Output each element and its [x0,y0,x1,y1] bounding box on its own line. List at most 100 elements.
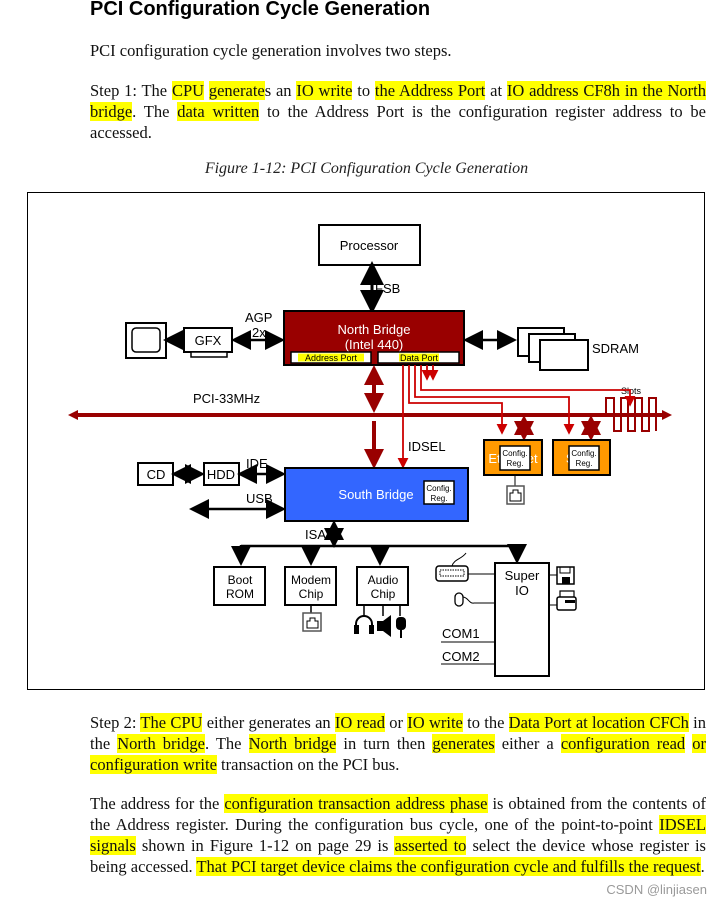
highlighted-text: CPU [171,81,205,100]
gfx-box: GFX [183,327,233,358]
mouse-icon [454,592,495,607]
highlighted-text: configuration write [90,755,217,774]
text-run: to the [462,713,509,732]
svg-text:ROM: ROM [226,587,254,601]
figure-frame: Processor FSB North Bridge (Intel 440) A… [27,192,705,690]
svg-text:Chip: Chip [371,587,396,601]
keyboard-icon [435,552,469,582]
highlighted-text: asserted to [394,836,467,855]
microphone-icon [396,617,406,638]
north-bridge-label: North Bridge [338,322,411,337]
highlighted-text: Data Port at location CFCh [508,713,689,732]
text-run: shown in Figure 1-12 on page 29 is [135,836,395,855]
text-run: to [352,81,375,100]
speaker-icon [377,615,391,637]
svg-text:Reg.: Reg. [431,494,448,503]
south-bridge-label: South Bridge [338,487,413,502]
phone-jack-icon [302,612,322,632]
slots-label: Slots [621,386,642,396]
cd-box: CD [137,462,174,486]
text-run: . The [204,734,249,753]
pci-bus-label: PCI-33MHz [193,391,260,406]
audio-chip-box: Audio Chip [356,566,409,606]
boot-rom-box: Boot ROM [213,566,266,606]
highlighted-text: configuration transaction address phase [224,794,488,813]
text-run: Step 1: The [90,81,172,100]
text-run: s an [264,81,297,100]
processor-box: Processor [318,224,421,266]
address-phase-paragraph: The address for the configuration transa… [90,793,706,877]
idsel-label: IDSEL [408,439,446,454]
headphones-icon [354,615,374,634]
pci-diagram: Processor FSB North Bridge (Intel 440) A… [68,224,672,677]
watermark: CSDN @linjiasen [606,882,707,897]
printer-icon [556,590,577,611]
highlighted-text: That PCI target device claims the config… [196,857,701,876]
scsi-device: SCSI Config. Reg. [552,439,611,476]
com1-label: COM1 [442,626,480,641]
north-bridge: North Bridge (Intel 440) Address Port Da… [283,310,465,366]
highlighted-text: data written [177,102,260,121]
ide-label: IDE [246,456,268,471]
svg-text:Reg.: Reg. [576,459,593,468]
svg-text:Audio: Audio [368,573,399,587]
svg-text:Config.: Config. [426,484,451,493]
highlighted-text: North bridge [248,734,337,753]
highlighted-text: configuration read [560,734,686,753]
rj45-jack-icon [506,485,525,505]
svg-text:Chip: Chip [299,587,324,601]
highlighted-text: the Address Port [374,81,486,100]
intro-paragraph: PCI configuration cycle generation invol… [90,41,452,60]
highlighted-text: IO read [334,713,385,732]
agp-speed: 2x [252,325,266,340]
highlighted-text: IO write [407,713,463,732]
svg-text:Super: Super [505,568,540,583]
step2-paragraph: Step 2: The CPU either generates an IO r… [90,712,706,775]
modem-chip-box: Modem Chip [284,566,337,606]
monitor-icon [125,322,167,359]
isa-label: ISA [305,527,326,542]
floppy-disk-icon [556,566,575,585]
text-run: transaction on the PCI bus. [216,755,400,774]
svg-text:HDD: HDD [207,467,235,482]
text-run: The address for the [90,794,225,813]
text-run: Step 2: [90,713,141,732]
svg-text:Boot: Boot [228,573,253,587]
svg-text:Config.: Config. [502,449,527,458]
highlighted-text: or [692,734,706,753]
highlighted-text: North bridge [117,734,205,753]
figure-caption: Figure 1-12: PCI Configuration Cycle Gen… [204,160,529,177]
com2-label: COM2 [442,649,480,664]
svg-text:Modem: Modem [291,573,331,587]
sdram-label: SDRAM [592,341,639,356]
svg-text:Config.: Config. [571,449,596,458]
text-run: or [385,713,408,732]
step1-paragraph: Step 1: The CPU generates an IO write to… [90,80,706,143]
highlighted-text: IO write [296,81,353,100]
svg-text:IO: IO [515,583,529,598]
ethernet-device: Ethernet Config. Reg. [483,439,543,476]
text-run: either generates an [202,713,335,732]
usb-label: USB [246,491,273,506]
svg-text:CD: CD [147,467,166,482]
fsb-label: FSB [375,281,400,296]
text-run: in turn then [336,734,433,753]
hdd-box: HDD [203,462,240,486]
highlighted-text: generates [432,734,495,753]
text-run: . The [132,102,178,121]
highlighted-text: generate [208,81,265,100]
gfx-label: GFX [195,333,222,348]
north-bridge-sub: (Intel 440) [345,337,404,352]
processor-label: Processor [340,238,399,253]
data-port-label: Data Port [400,353,439,363]
super-io-box: Super IO [494,562,550,677]
south-bridge: South Bridge Config. Reg. [284,467,469,522]
agp-label: AGP [245,310,272,325]
sdram-modules [517,327,589,371]
text-run: either a [494,734,561,753]
text-run: . [700,857,705,876]
text-run: at [485,81,507,100]
address-port-label: Address Port [305,353,358,363]
highlighted-text: The CPU [140,713,203,732]
svg-text:Reg.: Reg. [507,459,524,468]
